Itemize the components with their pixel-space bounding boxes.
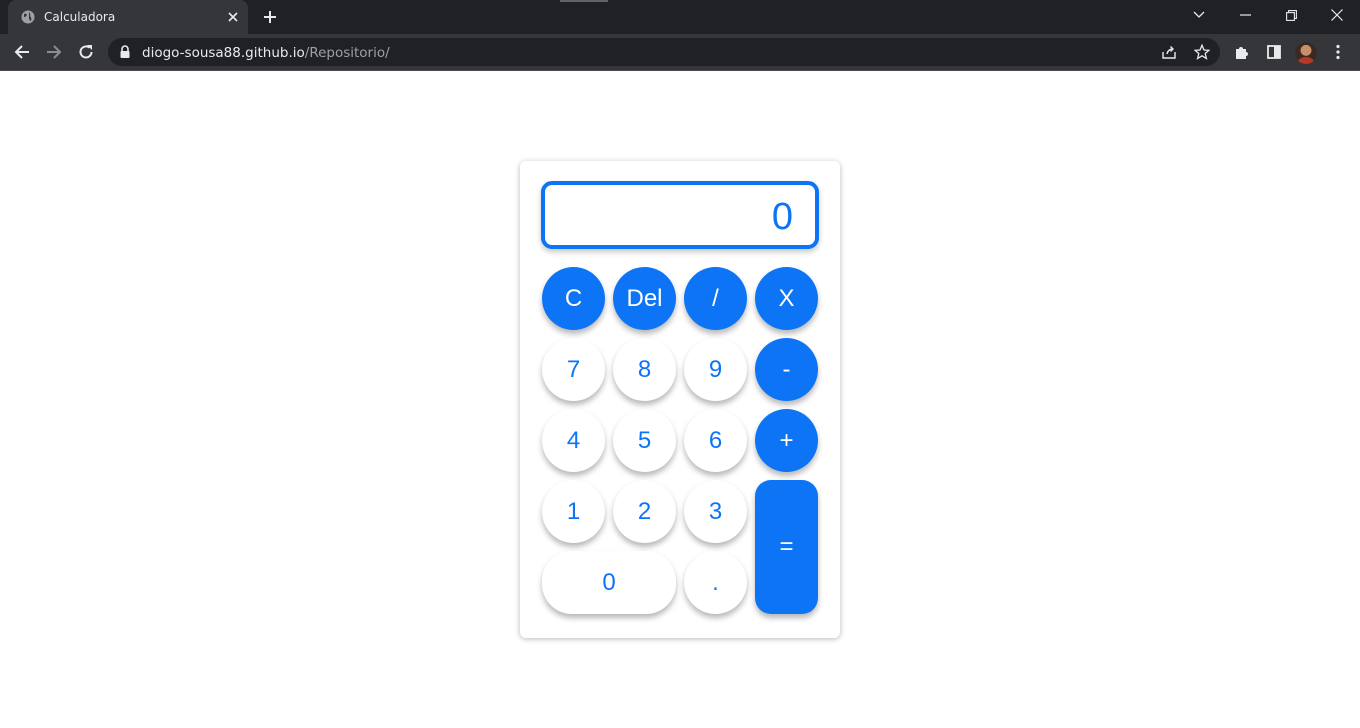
address-bar[interactable]: diogo-sousa88.github.io/Repositorio/ [108, 38, 1220, 66]
delete-button[interactable]: Del [613, 267, 676, 330]
url-path: /Repositorio/ [304, 45, 390, 61]
sidepanel-icon[interactable] [1260, 38, 1288, 66]
globe-icon [21, 10, 35, 24]
tab-strip-indicator [560, 0, 608, 2]
extensions-icon[interactable] [1228, 38, 1256, 66]
digit-4-button[interactable]: 4 [542, 409, 605, 472]
digit-6-button[interactable]: 6 [684, 409, 747, 472]
reload-icon[interactable] [72, 38, 100, 66]
clear-button[interactable]: C [542, 267, 605, 330]
url-host: diogo-sousa88.github.io [142, 45, 305, 61]
share-icon[interactable] [1158, 42, 1180, 62]
digit-1-button[interactable]: 1 [542, 480, 605, 543]
equals-button[interactable]: = [755, 480, 818, 614]
minus-button[interactable]: - [755, 338, 818, 401]
close-icon[interactable] [224, 8, 242, 26]
avatar[interactable] [1295, 42, 1317, 64]
digit-3-button[interactable]: 3 [684, 480, 747, 543]
digit-2-button[interactable]: 2 [613, 480, 676, 543]
menu-icon[interactable] [1324, 38, 1352, 66]
chevron-down-icon[interactable] [1176, 0, 1222, 30]
forward-icon[interactable] [40, 38, 68, 66]
back-icon[interactable] [8, 38, 36, 66]
url-text[interactable]: diogo-sousa88.github.io/Repositorio/ [142, 45, 390, 61]
display-value: 0 [771, 196, 793, 238]
digit-7-button[interactable]: 7 [542, 338, 605, 401]
plus-icon[interactable] [259, 6, 281, 28]
browser-toolbar: diogo-sousa88.github.io/Repositorio/ [0, 34, 1360, 71]
multiply-button[interactable]: X [755, 267, 818, 330]
close-window-icon[interactable] [1314, 0, 1360, 30]
calculator: 0 C Del / X 7 8 9 - 4 5 6 + 1 2 3 = 0 . [520, 161, 840, 638]
plus-button[interactable]: + [755, 409, 818, 472]
restore-icon[interactable] [1268, 0, 1314, 30]
minimize-icon[interactable] [1222, 0, 1268, 30]
lock-icon [120, 45, 130, 58]
calculator-display: 0 [541, 181, 819, 249]
divide-button[interactable]: / [684, 267, 747, 330]
digit-8-button[interactable]: 8 [613, 338, 676, 401]
browser-title-bar: Calculadora [0, 0, 1360, 34]
digit-5-button[interactable]: 5 [613, 409, 676, 472]
digit-0-button[interactable]: 0 [542, 551, 676, 614]
browser-tab[interactable]: Calculadora [8, 0, 248, 34]
star-icon[interactable] [1191, 42, 1213, 62]
tab-title: Calculadora [44, 10, 116, 24]
decimal-button[interactable]: . [684, 551, 747, 614]
digit-9-button[interactable]: 9 [684, 338, 747, 401]
